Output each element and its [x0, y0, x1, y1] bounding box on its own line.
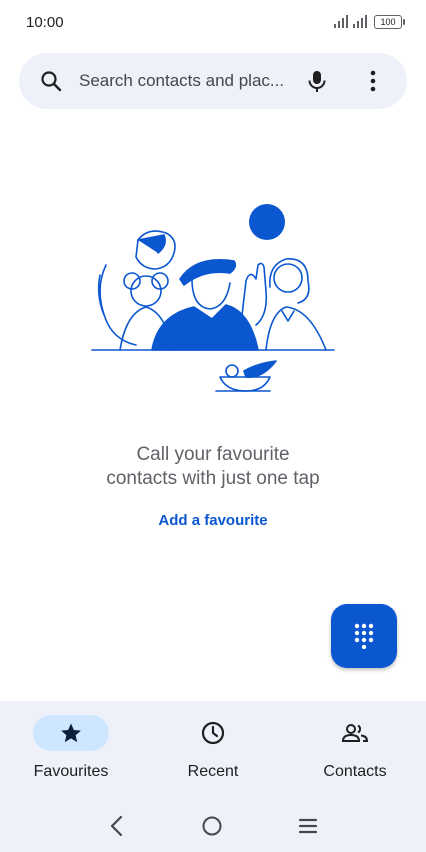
favourites-illustration — [91, 204, 335, 392]
clock-icon — [201, 721, 225, 745]
people-icon — [341, 724, 369, 742]
signal-icon — [334, 15, 367, 28]
nav-contacts-indicator — [317, 715, 393, 751]
empty-state-message: Call your favourite contacts with just o… — [0, 443, 426, 491]
more-options-button[interactable] — [355, 63, 391, 99]
voice-search-button[interactable] — [299, 63, 335, 99]
search-bar[interactable]: Search contacts and plac... — [19, 53, 407, 109]
star-icon — [61, 723, 81, 743]
mic-icon — [308, 71, 326, 92]
nav-favourites[interactable]: Favourites — [0, 701, 142, 799]
nav-recent[interactable]: Recent — [142, 701, 284, 799]
nav-recent-indicator — [175, 715, 251, 751]
home-icon[interactable] — [201, 815, 223, 837]
status-icons: 100 — [334, 15, 405, 29]
add-favourite-link[interactable]: Add a favourite — [0, 512, 426, 529]
bottom-navigation: Favourites Recent Contacts — [0, 701, 426, 799]
nav-favourites-label: Favourites — [33, 763, 109, 780]
nav-favourites-indicator — [33, 715, 109, 751]
system-navigation-bar — [0, 799, 426, 852]
status-time: 10:00 — [26, 13, 64, 31]
empty-state-line-2: contacts with just one tap — [106, 468, 320, 489]
dialpad-button[interactable] — [331, 604, 397, 668]
search-icon — [41, 71, 62, 92]
status-bar: 10:00 100 — [0, 0, 426, 44]
dialpad-icon — [354, 623, 374, 649]
nav-recent-label: Recent — [187, 763, 239, 780]
nav-contacts-label: Contacts — [323, 763, 387, 780]
nav-contacts[interactable]: Contacts — [284, 701, 426, 799]
more-vert-icon — [370, 70, 376, 92]
back-icon[interactable] — [107, 814, 127, 838]
recents-menu-icon[interactable] — [297, 816, 319, 836]
battery-icon: 100 — [374, 15, 405, 29]
empty-state-line-1: Call your favourite — [136, 444, 290, 465]
search-input[interactable]: Search contacts and plac... — [79, 71, 299, 91]
